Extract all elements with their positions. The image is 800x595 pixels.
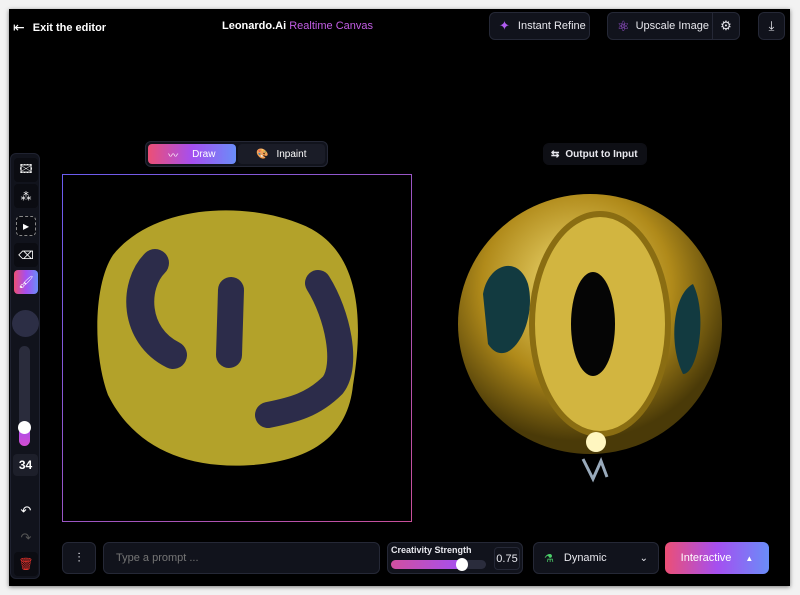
atom-icon: ⚛ (617, 17, 630, 34)
draw-icon: 〰 (168, 150, 179, 162)
output-to-input-button[interactable]: ⇆ Output to Input (543, 143, 647, 165)
brush-size-slider[interactable] (18, 346, 31, 446)
brush-size-value: 34 (13, 454, 38, 476)
upscale-settings-gear-icon[interactable]: ⚙ (713, 18, 739, 34)
eraser-icon[interactable]: ⌫ (14, 243, 38, 267)
creativity-label: Creativity Strength (391, 545, 472, 555)
output-image (418, 174, 769, 522)
tab-inpaint[interactable]: 🎨 Inpaint (237, 144, 325, 164)
creativity-slider[interactable] (391, 558, 486, 571)
select-region-icon[interactable]: ▸ (16, 216, 36, 236)
brush-size-thumb[interactable] (18, 421, 31, 434)
output-to-input-label: Output to Input (565, 148, 638, 160)
sliders-icon: ⫶ (77, 550, 81, 565)
swap-arrows-icon: ⇆ (551, 148, 560, 160)
add-image-icon[interactable]: 🖾 (14, 158, 38, 182)
editor-window: ⇤ Exit the editor Leonardo.Ai Realtime C… (9, 9, 790, 586)
palette-icon: 🎨 (256, 148, 269, 160)
drawing-image (97, 210, 358, 466)
potion-icon: ⚗ (544, 552, 554, 565)
download-icon: ⤓ (768, 18, 775, 33)
download-button[interactable]: ⤓ (758, 12, 785, 40)
app-title: Leonardo.Ai Realtime Canvas (222, 20, 373, 32)
redo-icon[interactable]: ↷ (14, 526, 38, 550)
upscale-image-button[interactable]: ⚛ Upscale Image (608, 13, 713, 39)
exit-label: Exit the editor (32, 21, 107, 34)
instant-refine-button[interactable]: ✦ Instant Refine (489, 12, 590, 40)
brand-subtitle: Realtime Canvas (289, 20, 373, 32)
style-value: Dynamic (563, 552, 607, 564)
paint-brush-icon[interactable]: 🖌 (14, 270, 38, 294)
settings-sliders-button[interactable]: ⫶ (62, 542, 96, 574)
tool-sidebar: 🖾 ⁂ ▸ ⌫ 🖌 34 ↶ ↷ 🗑 (10, 153, 40, 579)
tab-draw[interactable]: 〰 Draw (148, 144, 236, 164)
instant-refine-label: Instant Refine (517, 20, 586, 32)
grid-select-icon[interactable]: ⁂ (14, 184, 38, 208)
inpaint-label: Inpaint (276, 148, 307, 160)
creativity-slider-fill (391, 560, 463, 569)
creativity-slider-thumb[interactable] (456, 558, 469, 571)
exit-arrow-icon: ⇤ (13, 19, 25, 35)
brand-name: Leonardo.Ai (222, 20, 287, 32)
drawing-canvas[interactable] (62, 174, 412, 522)
upscale-group: ⚛ Upscale Image ⚙ (607, 12, 740, 40)
creativity-value[interactable]: 0.75 (494, 547, 520, 570)
trash-icon[interactable]: 🗑 (14, 552, 38, 576)
mode-toggle: 〰 Draw 🎨 Inpaint (145, 141, 328, 167)
style-dropdown[interactable]: ⚗ Dynamic ⌄ (533, 542, 659, 574)
prompt-input[interactable] (103, 542, 380, 574)
interactive-mode-button[interactable]: Interactive ▲ (665, 542, 769, 574)
draw-label: Draw (192, 148, 216, 160)
interactive-label: Interactive (680, 552, 732, 564)
sparkle-icon: ✦ (499, 18, 510, 33)
chevron-down-icon: ⌄ (639, 552, 648, 564)
upscale-label: Upscale Image (635, 20, 709, 32)
creativity-strength-control: Creativity Strength 0.75 (387, 542, 523, 574)
caret-up-icon: ▲ (745, 553, 754, 563)
exit-editor-button[interactable]: ⇤ Exit the editor (13, 19, 106, 36)
brush-color-swatch[interactable] (12, 310, 39, 337)
undo-icon[interactable]: ↶ (14, 499, 38, 523)
